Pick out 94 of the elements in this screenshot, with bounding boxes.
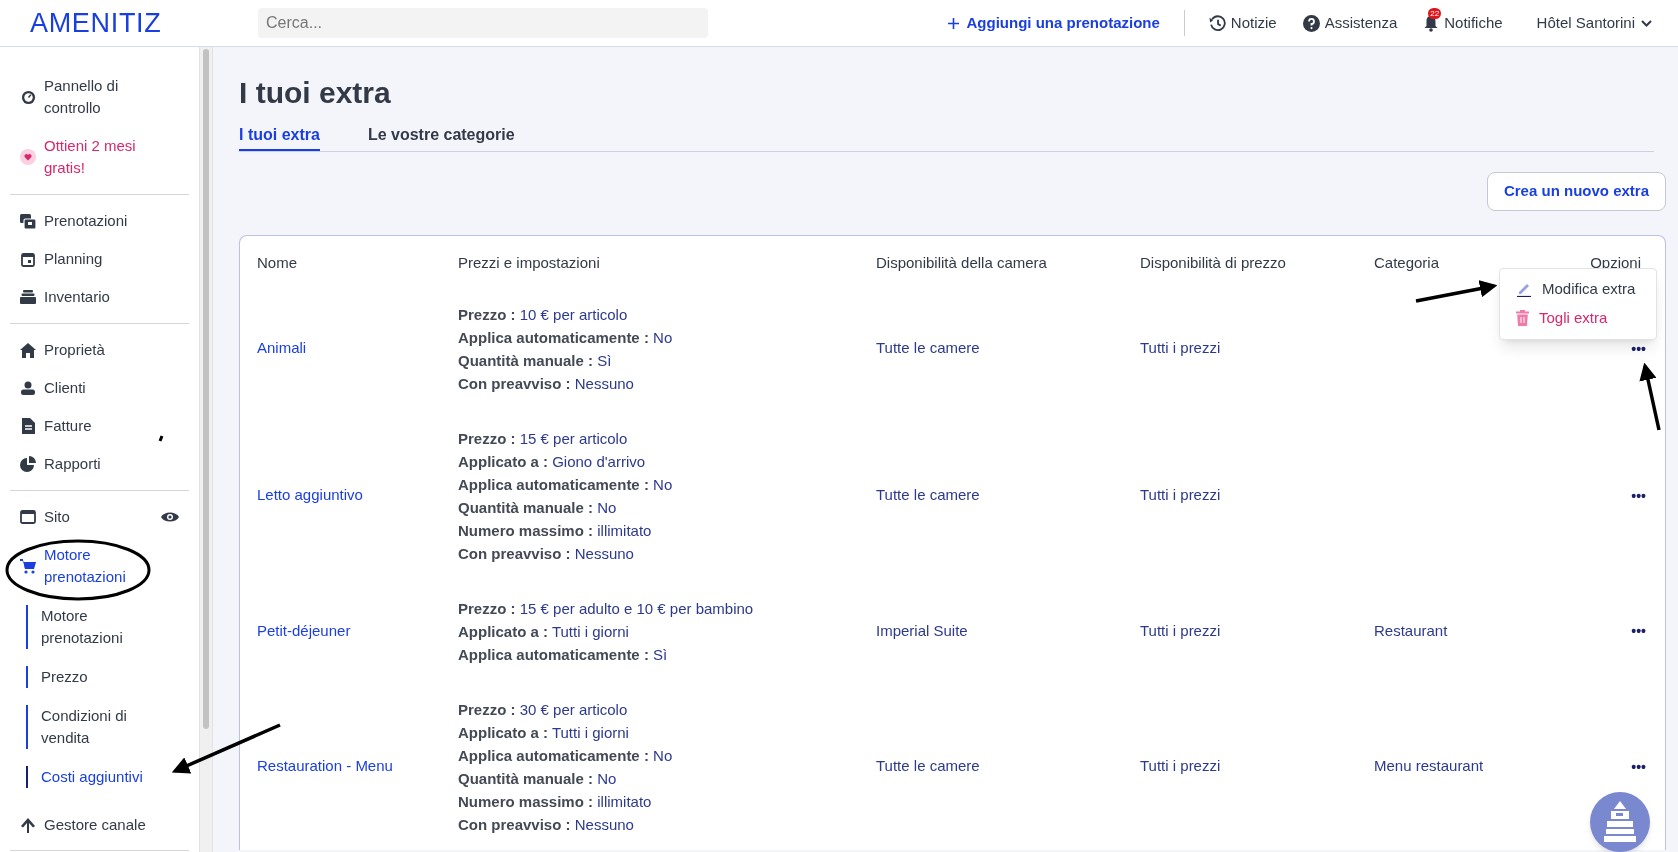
notification-badge: 22 [1428,7,1442,19]
browser-window-icon [20,510,36,524]
table-cell: Tutti i prezzi [1140,621,1221,639]
cart-icon [20,558,36,574]
trash-icon [1516,310,1529,326]
more-options-button[interactable]: ••• [1631,759,1646,774]
setting-line: Applicato a : Tutti i giorni [458,621,630,642]
sidebar-item[interactable]: Prenotazioni [20,210,179,232]
column-header: Disponibilità della camera [876,254,1047,271]
bookings-icon [20,213,36,229]
table-cell: Tutte le camere [876,757,980,775]
column-header: Nome [257,254,297,271]
setting-line: Prezzo : 30 € per articolo [458,699,629,720]
pagoda-icon [1603,801,1637,843]
gauge-icon [20,89,36,105]
help-icon [1302,14,1320,32]
setting-line: Numero massimo : illimitato [458,791,653,812]
plus-icon [947,17,959,29]
logo[interactable]: AMENITIZ [30,9,258,37]
pen-mark [158,435,164,442]
sidebar-item[interactable]: Rapporti [20,453,179,475]
more-options-button[interactable]: ••• [1631,341,1646,356]
sidebar-item[interactable]: Inventario [20,286,179,308]
news-link[interactable]: Notizie [1208,11,1277,35]
menu-item[interactable]: Modifica extra [1500,274,1656,304]
history-icon [1208,14,1226,32]
table-cell: Restaurant [1374,621,1448,639]
help-link[interactable]: Assistenza [1302,11,1398,35]
submenu-item[interactable]: Costi aggiuntivi [26,766,156,788]
setting-line: Prezzo : 10 € per articolo [458,304,629,325]
extra-name-link[interactable]: Petit-déjeuner [257,621,351,639]
chevron-down-icon [1641,19,1652,27]
tab[interactable]: Le vostre categorie [367,123,515,151]
stack-icon [20,290,36,304]
sidebar-item[interactable]: Motore prenotazioni [20,544,179,588]
table-cell: Tutti i prezzi [1140,757,1221,775]
table-cell: Tutte le camere [876,486,980,504]
setting-line: Prezzo : 15 € per adulto e 10 € per bambino [458,598,755,619]
setting-line: Applica automaticamente : No [458,745,674,766]
channel-icon [20,817,36,833]
tab[interactable]: I tuoi extra [239,123,320,151]
setting-line: Con preavviso : Nessuno [458,373,635,394]
sidebar-item[interactable]: Pannello di controllo [20,75,179,119]
menu-item[interactable]: Togli extra [1500,303,1656,333]
setting-line: Con preavviso : Nessuno [458,814,635,835]
setting-line: Numero massimo : illimitato [458,520,653,541]
more-options-button[interactable]: ••• [1631,624,1646,638]
scrollbar-thumb[interactable] [203,49,209,729]
extra-name-link[interactable]: Animali [257,339,307,357]
table-cell: Menu restaurant [1374,757,1484,775]
hotel-selector[interactable]: Hôtel Santorini [1536,11,1652,35]
page-title: I tuoi extra [239,75,392,111]
add-booking-button[interactable]: Aggiungi una prenotazione [947,11,1160,35]
extra-name-link[interactable]: Letto aggiuntivo [257,486,363,504]
setting-line: Applicato a : Giono d'arrivo [458,451,647,472]
setting-line: Quantità manuale : No [458,768,618,789]
more-options-button[interactable]: ••• [1631,488,1646,503]
document-icon [21,418,35,434]
submenu-item[interactable]: Condizioni di vendita [26,705,156,749]
table-cell: Imperial Suite [876,621,968,639]
search-field[interactable]: Cerca... [258,8,708,38]
users-icon [20,381,36,395]
sidebar-item[interactable]: Planning [20,248,179,270]
table-cell: Tutte le camere [876,339,980,357]
setting-line: Quantità manuale : No [458,497,618,518]
submenu-item[interactable]: Prezzo [26,666,156,688]
home-icon [20,342,36,358]
sidebar-item[interactable]: Proprietà [20,339,179,361]
setting-line: Applicato a : Tutti i giorni [458,722,630,743]
pencil-icon [1516,281,1532,297]
pie-chart-icon [20,456,36,472]
sidebar-item[interactable]: Gestore canale [20,814,179,836]
create-extra-button[interactable]: Crea un nuovo extra [1486,172,1666,211]
table-cell: Tutti i prezzi [1140,486,1221,504]
column-header: Prezzi e impostazioni [458,254,600,271]
sidebar-item[interactable]: Sito [20,506,179,528]
column-header: Disponibilità di prezzo [1140,254,1286,271]
setting-line: Quantità manuale : Sì [458,350,613,371]
eye-icon[interactable] [161,511,179,523]
annotation-arrow [1639,362,1661,431]
calendar-icon [21,251,35,267]
setting-line: Applica automaticamente : No [458,474,674,495]
setting-line: Con preavviso : Nessuno [458,543,635,564]
column-header: Opzioni [1590,253,1641,273]
table-cell: Tutti i prezzi [1140,339,1221,357]
sidebar-item[interactable]: Clienti [20,377,179,399]
setting-line: Prezzo : 15 € per articolo [458,428,629,449]
sidebar-item[interactable]: Ottieni 2 mesi gratis! [20,135,179,179]
submenu-item[interactable]: Motore prenotazioni [26,605,156,649]
setting-line: Applica automaticamente : Sì [458,644,669,665]
column-header: Categoria [1374,254,1440,271]
extra-name-link[interactable]: Restauration - Menu [257,757,393,775]
setting-line: Applica automaticamente : No [458,327,674,348]
sidebar-item[interactable]: Fatture [20,415,179,437]
